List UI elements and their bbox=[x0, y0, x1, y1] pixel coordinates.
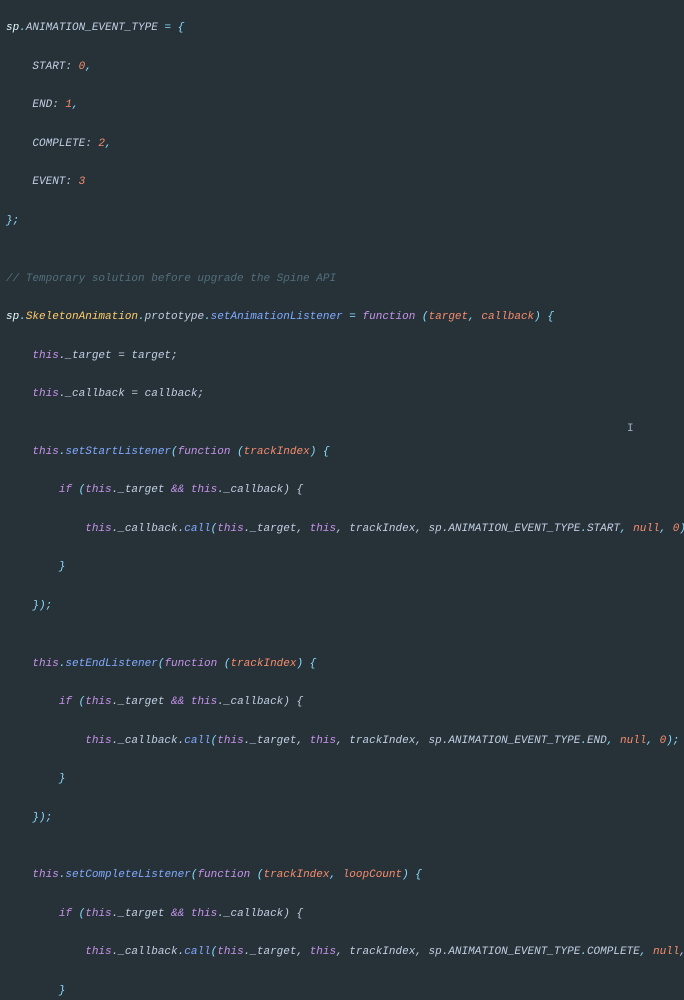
code-line[interactable]: // Temporary solution before upgrade the… bbox=[6, 270, 678, 289]
code-line[interactable]: if (this._target && this._callback) { bbox=[6, 481, 678, 500]
code-line[interactable]: }; bbox=[6, 212, 678, 231]
code-line[interactable]: EVENT: 3 bbox=[6, 173, 678, 192]
code-line[interactable]: END: 1, bbox=[6, 96, 678, 115]
code-line[interactable]: this._target = target; bbox=[6, 347, 678, 366]
code-line[interactable]: }); bbox=[6, 597, 678, 616]
code-line[interactable]: this._callback.call(this._target, this, … bbox=[6, 520, 678, 539]
code-line[interactable]: } bbox=[6, 770, 678, 789]
code-editor[interactable]: sp.ANIMATION_EVENT_TYPE = { START: 0, EN… bbox=[0, 0, 684, 1000]
code-line[interactable]: } bbox=[6, 558, 678, 577]
code-line[interactable]: } bbox=[6, 982, 678, 1000]
code-line[interactable]: this.setCompleteListener(function (track… bbox=[6, 866, 678, 885]
code-line[interactable]: if (this._target && this._callback) { bbox=[6, 693, 678, 712]
code-line[interactable]: }); bbox=[6, 809, 678, 828]
code-line[interactable]: sp.ANIMATION_EVENT_TYPE = { bbox=[6, 19, 678, 38]
code-line[interactable]: if (this._target && this._callback) { bbox=[6, 905, 678, 924]
code-line[interactable]: this.setEndListener(function (trackIndex… bbox=[6, 655, 678, 674]
code-line[interactable]: this._callback = callback; bbox=[6, 385, 678, 404]
code-line[interactable]: this._callback.call(this._target, this, … bbox=[6, 943, 678, 962]
text-cursor-icon: I bbox=[627, 420, 634, 439]
code-line[interactable]: COMPLETE: 2, bbox=[6, 135, 678, 154]
code-line[interactable]: this._callback.call(this._target, this, … bbox=[6, 732, 678, 751]
code-line[interactable]: START: 0, bbox=[6, 58, 678, 77]
code-line[interactable]: this.setStartListener(function (trackInd… bbox=[6, 443, 678, 462]
code-line[interactable]: sp.SkeletonAnimation.prototype.setAnimat… bbox=[6, 308, 678, 327]
